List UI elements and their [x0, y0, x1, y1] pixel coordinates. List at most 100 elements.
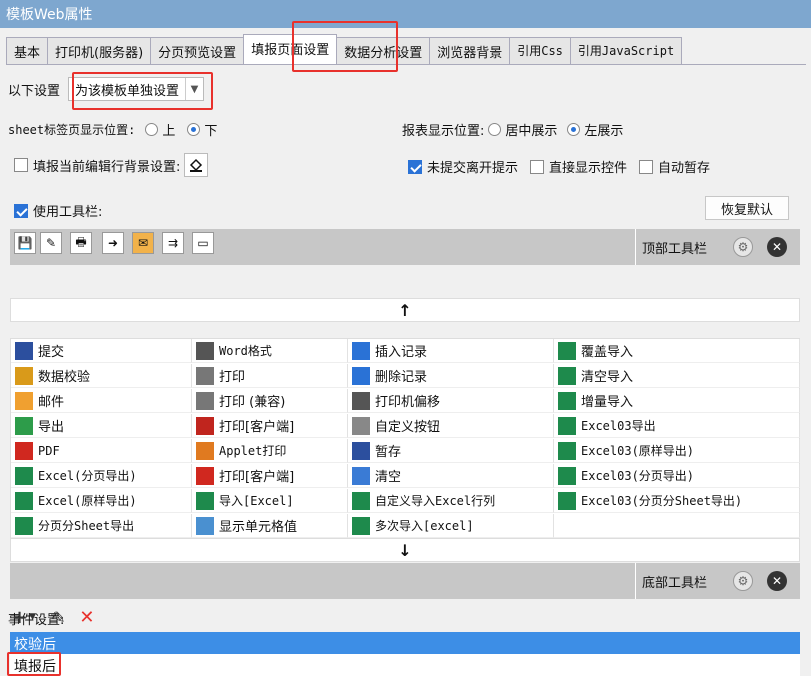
toolbar-button-item[interactable]: 删除记录 [348, 364, 554, 388]
toolbar-button-item[interactable]: Excel(原样导出) [11, 489, 192, 513]
mail-icon [15, 391, 33, 410]
auto-save-checkbox[interactable] [639, 159, 654, 174]
toolbar-button-item[interactable]: 导出 [11, 414, 192, 438]
scope-select[interactable]: 为该模板单独设置 ▼ [68, 77, 205, 101]
toolbar-button-label: 多次导入[excel] [375, 519, 474, 533]
toolbar-divider [635, 229, 636, 265]
excel-icon [15, 516, 33, 535]
add-icon[interactable]: + [12, 607, 27, 628]
excel-icon [352, 516, 370, 535]
bottom-toolbar: 底部工具栏 ⚙ ✕ [10, 563, 800, 599]
toolbar-button-item[interactable]: Word格式 [192, 339, 348, 363]
toolbar-button-item[interactable]: 数据校验 [11, 364, 192, 388]
tab-page-preview[interactable]: 分页预览设置 [150, 37, 245, 64]
tab-printer-server[interactable]: 打印机(服务器) [47, 37, 152, 64]
toolbar-button-item[interactable]: 分页分Sheet导出 [11, 514, 192, 538]
sheet-bottom-radio[interactable] [187, 123, 201, 136]
toolbar-button-item[interactable]: 打印 [192, 364, 348, 388]
save-clock-icon [352, 441, 370, 460]
toolbar-button-item[interactable]: 覆盖导入 [554, 339, 800, 363]
report-left-radio[interactable] [567, 123, 581, 136]
toolbar-button-item[interactable]: 自定义导入Excel行列 [348, 489, 554, 513]
toolbar-button-item[interactable]: 打印[客户端] [192, 414, 348, 438]
toolbar-button-label: 打印机偏移 [375, 395, 441, 410]
toolbar-button-item[interactable]: 自定义按钮 [348, 414, 554, 438]
tab-bar: 基本 打印机(服务器) 分页预览设置 填报页面设置 数据分析设置 浏览器背景 引… [6, 34, 683, 64]
show-controls-label: 直接显示控件 [549, 161, 628, 176]
save-icon[interactable]: 💾 [14, 232, 36, 254]
paint-bucket-icon[interactable] [184, 153, 209, 177]
toolbar-button-item[interactable]: 增量导入 [554, 389, 800, 413]
move-down-arrow[interactable]: ↓ [10, 538, 800, 562]
toolbar-button-item[interactable]: 打印 (兼容) [192, 389, 348, 413]
toolbar-button-item[interactable]: Excel03(分页分Sheet导出) [554, 489, 800, 513]
toolbar-button-label: 增量导入 [581, 395, 634, 410]
toolbar-button-label: Excel03(原样导出) [581, 444, 695, 458]
close-icon[interactable]: ✕ [767, 237, 787, 257]
scope-select-value: 为该模板单独设置 [75, 83, 180, 99]
tab-data-analysis[interactable]: 数据分析设置 [336, 37, 431, 64]
report-center-radio[interactable] [488, 123, 502, 136]
insert-record-icon[interactable]: ⇉ [162, 232, 184, 254]
edit-row-bg-label: 填报当前编辑行背景设置: [33, 159, 181, 175]
event-item-after-fill[interactable]: 填报后 [10, 654, 800, 676]
use-toolbar-checkbox[interactable] [14, 203, 28, 218]
tab-browser-background[interactable]: 浏览器背景 [429, 37, 511, 64]
toolbar-button-item[interactable]: 打印[客户端] [192, 464, 348, 488]
report-left-label: 左展示 [584, 124, 624, 139]
toolbar-button-label: 分页分Sheet导出 [38, 519, 135, 533]
toolbar-button-item[interactable]: 清空 [348, 464, 554, 488]
scope-label: 以下设置 [8, 83, 61, 99]
move-up-arrow[interactable]: ↑ [10, 298, 800, 322]
toolbar-button-label: Excel03(分页分Sheet导出) [581, 494, 743, 508]
settings-gear-icon[interactable]: ⚙ [733, 571, 753, 591]
toolbar-button-item[interactable]: Excel(分页导出) [11, 464, 192, 488]
tab-javascript[interactable]: 引用JavaScript [569, 37, 683, 64]
toolbar-button-item[interactable]: 暂存 [348, 439, 554, 463]
toolbar-button-label: Word格式 [219, 344, 272, 358]
tab-css[interactable]: 引用Css [509, 37, 571, 64]
toolbar-button-item[interactable]: 显示单元格值 [192, 514, 348, 538]
toolbar-button-item[interactable]: 清空导入 [554, 364, 800, 388]
show-controls-checkbox[interactable] [530, 159, 545, 174]
close-icon[interactable]: ✕ [767, 571, 787, 591]
sheet-bottom-label: 下 [204, 124, 218, 139]
toolbar-button-item[interactable]: 邮件 [11, 389, 192, 413]
toolbar-button-item[interactable]: Applet打印 [192, 439, 348, 463]
toolbar-button-label: 覆盖导入 [581, 345, 634, 360]
pencil-icon[interactable]: ✎ [40, 232, 62, 254]
toolbar-button-label: 自定义按钮 [375, 420, 441, 435]
toolbar-button-item[interactable]: PDF [11, 439, 192, 463]
toolbar-button-label: 暂存 [375, 445, 402, 460]
unsubmitted-warn-label: 未提交离开提示 [427, 161, 519, 176]
toolbar-button-item[interactable]: 打印机偏移 [348, 389, 554, 413]
toolbar-button-item[interactable]: 插入记录 [348, 339, 554, 363]
pdf-icon [15, 441, 33, 460]
toolbar-button-label: Applet打印 [219, 444, 287, 458]
insert-record-icon [352, 341, 370, 360]
eraser-icon [352, 466, 370, 485]
sheet-top-radio[interactable] [145, 123, 159, 136]
tab-fill-page-settings[interactable]: 填报页面设置 [243, 34, 338, 64]
toolbar-button-item[interactable]: 多次导入[excel] [348, 514, 554, 538]
printer-icon[interactable]: 🖶 [70, 232, 92, 254]
event-item-after-validate[interactable]: 校验后 [10, 632, 800, 654]
toolbar-button-item[interactable]: Excel03(分页导出) [554, 464, 800, 488]
toolbar-button-item[interactable]: Excel03(原样导出) [554, 439, 800, 463]
chevron-down-icon[interactable]: ▼ [29, 612, 36, 622]
settings-gear-icon[interactable]: ⚙ [733, 237, 753, 257]
excel-icon [15, 491, 33, 510]
unsubmitted-warn-checkbox[interactable] [408, 159, 422, 174]
toolbar-button-item[interactable]: 提交 [11, 339, 192, 363]
tab-basic[interactable]: 基本 [6, 37, 49, 64]
export-icon[interactable]: ➜ [102, 232, 124, 254]
cell-icon[interactable]: ▭ [192, 232, 214, 254]
restore-default-button[interactable]: 恢复默认 [705, 196, 789, 220]
toolbar-button-label: 清空 [375, 470, 402, 485]
edit-row-bg-checkbox[interactable] [14, 158, 28, 172]
mail-icon[interactable]: ✉ [132, 232, 154, 254]
edit-icon[interactable]: ✎ [52, 608, 65, 627]
toolbar-button-item[interactable]: 导入[Excel] [192, 489, 348, 513]
toolbar-button-item[interactable]: Excel03导出 [554, 414, 800, 438]
delete-icon[interactable]: ✕ [79, 607, 94, 628]
